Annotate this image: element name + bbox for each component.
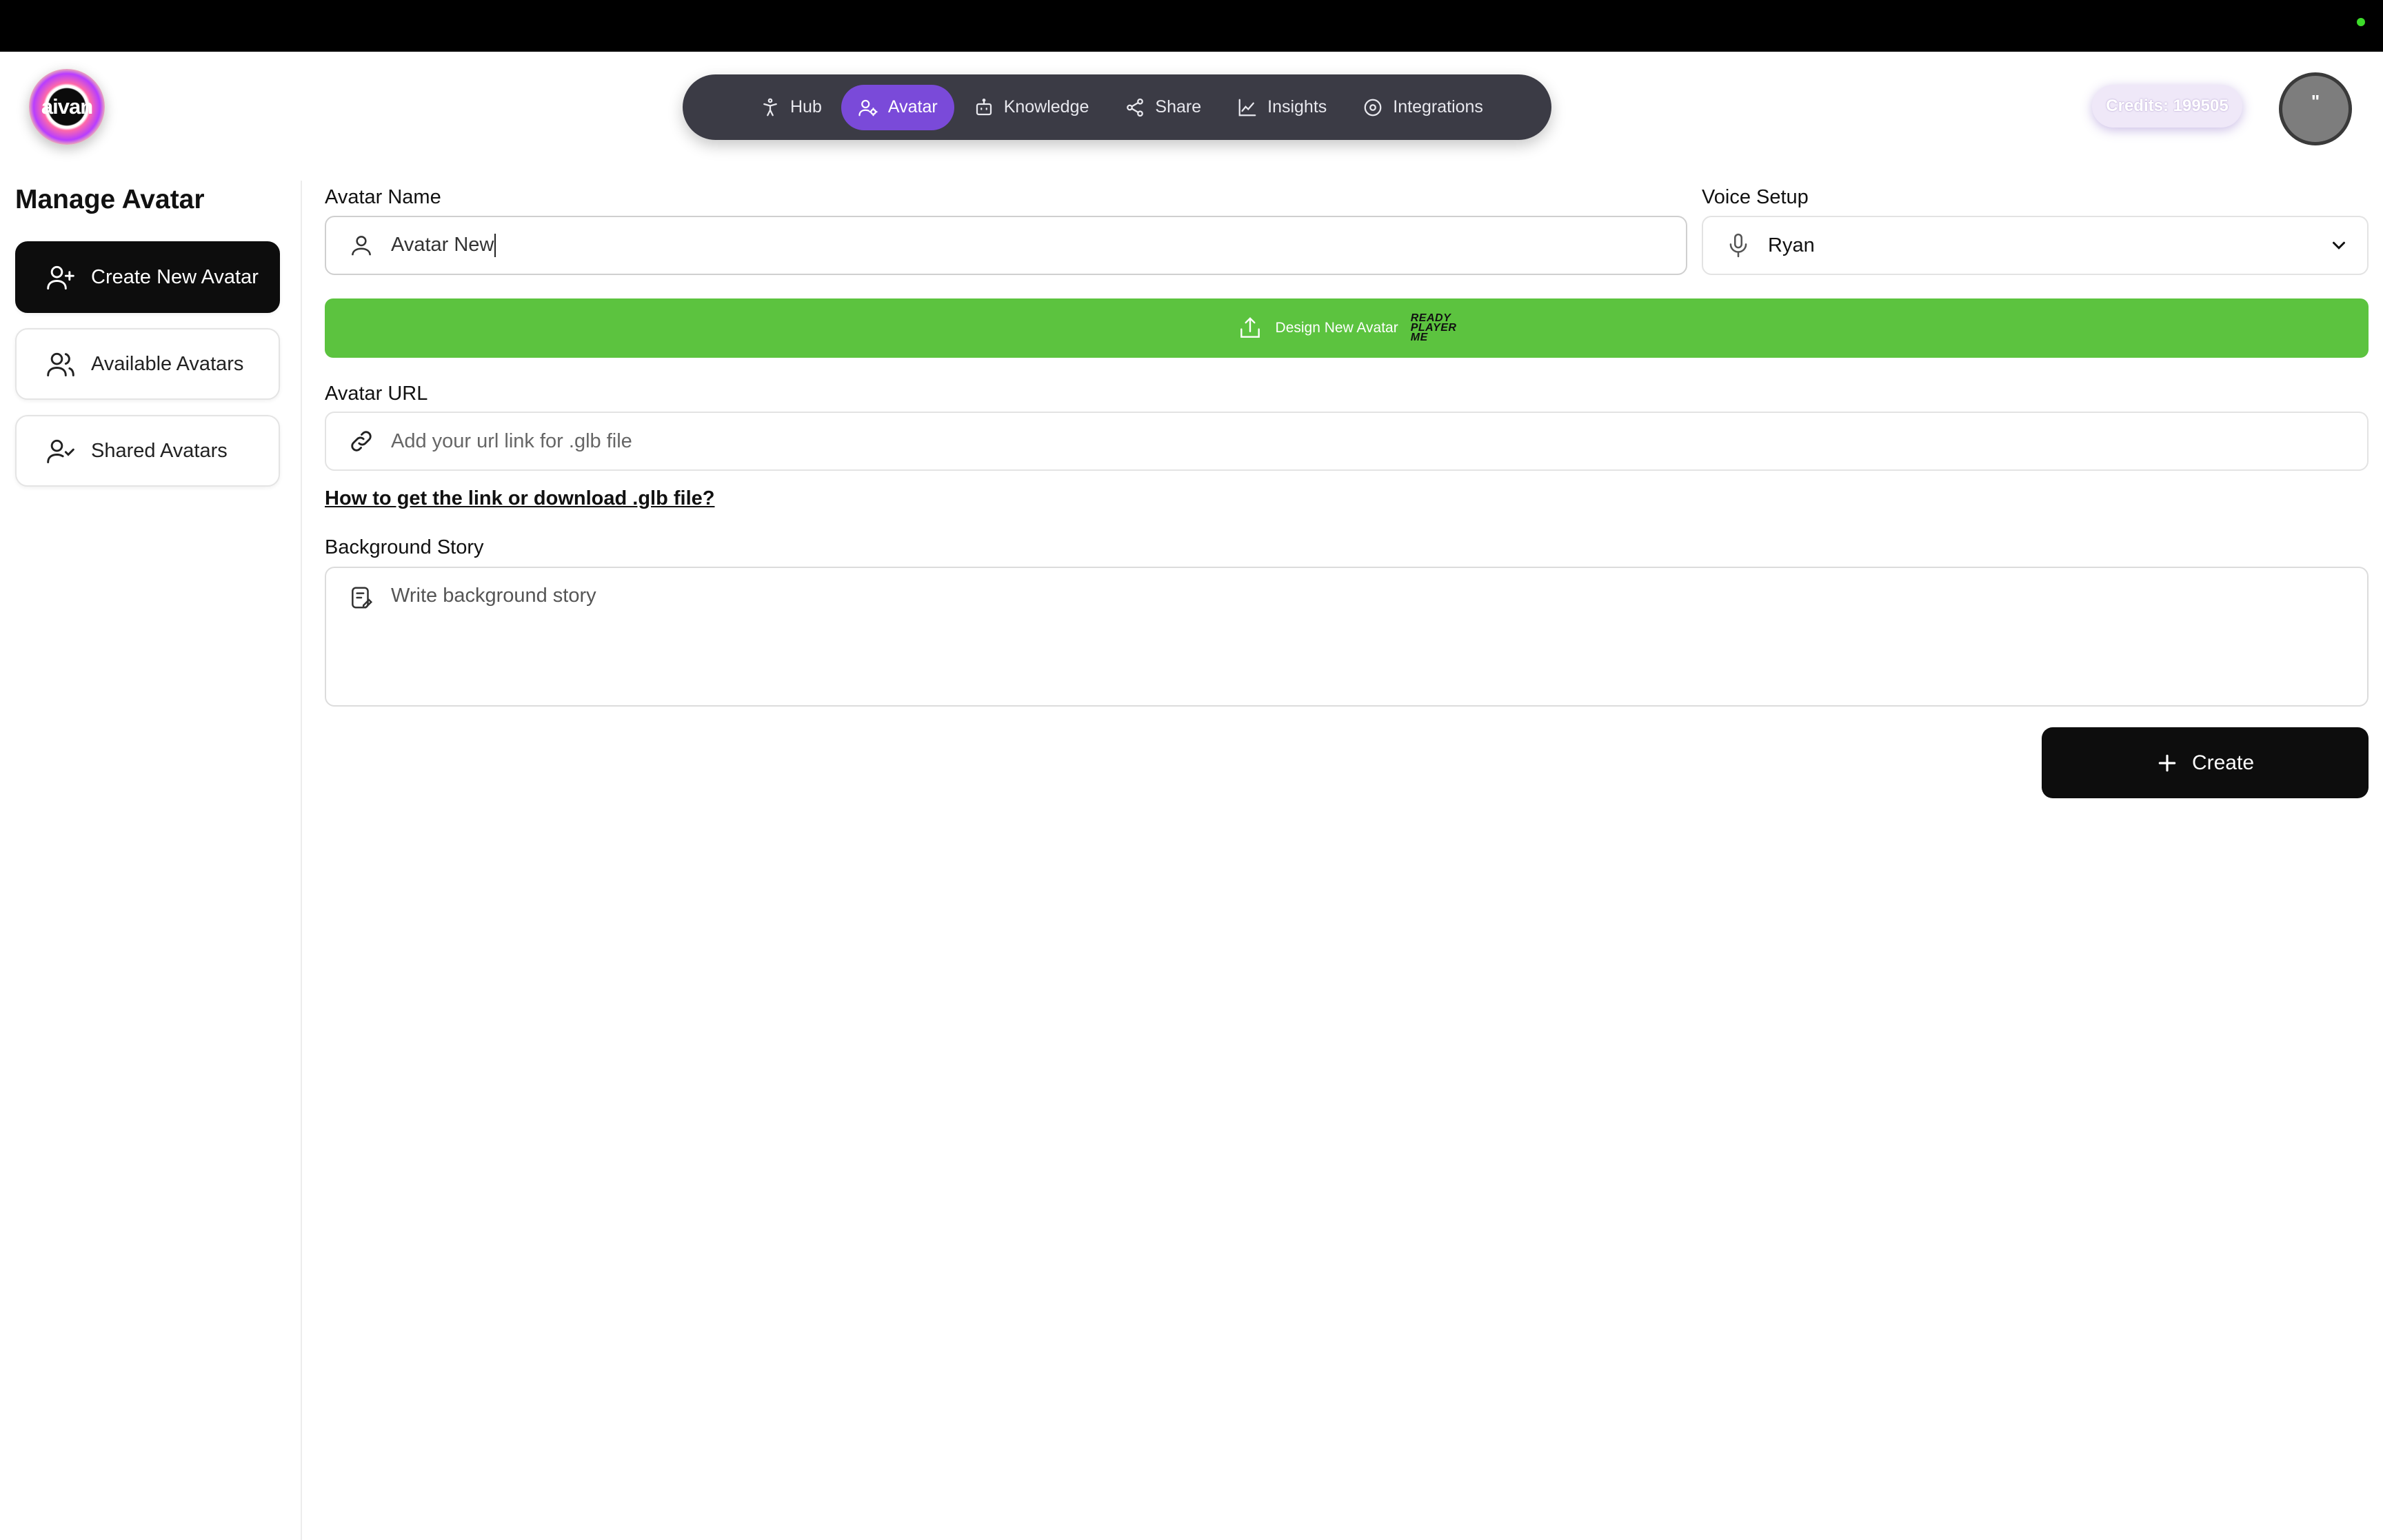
user-check-icon — [47, 439, 74, 463]
logo-text: aivan — [41, 94, 93, 119]
text-caret — [494, 234, 496, 258]
design-new-avatar-button[interactable]: Design New Avatar READY PLAYER ME — [325, 298, 2369, 358]
nav-label: Knowledge — [1003, 97, 1089, 116]
nav-item-share[interactable]: Share — [1108, 85, 1218, 130]
sidebar-item-shared-avatars[interactable]: Shared Avatars — [15, 415, 280, 487]
background-story-label: Background Story — [325, 536, 484, 558]
user-icon — [352, 236, 371, 256]
nav-label: Share — [1155, 97, 1202, 116]
plus-icon — [2158, 754, 2176, 771]
avatar-name-label: Avatar Name — [325, 186, 441, 208]
avatar-url-input[interactable]: Add your url link for .glb file — [325, 412, 2369, 471]
app-header: aivan Hub Avatar Knowledge Share Insight… — [0, 52, 2383, 162]
ready-player-me-logo: READY PLAYER ME — [1410, 313, 1457, 343]
main-nav: Hub Avatar Knowledge Share Insights Inte… — [683, 74, 1551, 140]
sidebar-item-label: Shared Avatars — [91, 439, 228, 462]
chart-line-icon — [1238, 99, 1256, 116]
sidebar-item-label: Create New Avatar — [91, 265, 259, 288]
microphone-icon — [1729, 233, 1747, 258]
user-gear-icon — [858, 99, 878, 116]
share-icon — [1127, 98, 1144, 116]
nav-label: Avatar — [887, 97, 938, 116]
voice-value: Ryan — [1768, 234, 1815, 256]
page-title: Manage Avatar — [15, 185, 205, 214]
avatar-name-value: Avatar New — [391, 233, 494, 256]
chevron-down-icon — [2333, 241, 2345, 250]
background-story-placeholder: Write background story — [391, 585, 596, 607]
voice-setup-label: Voice Setup — [1702, 186, 1809, 208]
nav-item-hub[interactable]: Hub — [743, 85, 838, 130]
glb-help-link[interactable]: How to get the link or download .glb fil… — [325, 487, 714, 510]
nav-label: Hub — [790, 97, 822, 116]
status-dot — [2357, 18, 2365, 26]
users-icon — [47, 352, 74, 376]
nav-label: Insights — [1267, 97, 1327, 116]
background-story-textarea[interactable]: Write background story — [325, 567, 2369, 707]
nav-label: Integrations — [1393, 97, 1483, 116]
voice-select[interactable]: Ryan — [1702, 216, 2369, 275]
brand-line: ME — [1410, 332, 1428, 343]
avatar-name-input[interactable]: Avatar New — [325, 216, 1687, 275]
sidebar-item-create-new-avatar[interactable]: Create New Avatar — [15, 241, 280, 313]
nav-item-integrations[interactable]: Integrations — [1346, 85, 1500, 130]
person-stretch-icon — [763, 98, 777, 116]
nav-item-avatar[interactable]: Avatar — [841, 84, 954, 130]
credits-badge[interactable]: Credits: 199505 — [2092, 85, 2242, 128]
sidebar-item-label: Available Avatars — [91, 352, 244, 375]
avatar-url-placeholder: Add your url link for .glb file — [391, 429, 632, 452]
note-edit-icon — [352, 587, 373, 609]
nav-item-insights[interactable]: Insights — [1220, 85, 1343, 130]
create-button-label: Create — [2191, 751, 2255, 774]
avatar[interactable]: " — [2279, 72, 2352, 145]
nav-item-knowledge[interactable]: Knowledge — [957, 85, 1106, 130]
app-logo[interactable]: aivan — [29, 69, 105, 145]
sidebar-item-available-avatars[interactable]: Available Avatars — [15, 328, 280, 400]
user-plus-icon — [47, 265, 74, 290]
sidebar: Manage Avatar Create New Avatar Availabl… — [0, 181, 302, 1540]
link-icon — [351, 431, 372, 452]
create-button[interactable]: Create — [2042, 727, 2369, 798]
upload-icon — [1240, 317, 1260, 338]
system-top-bar — [0, 0, 2383, 52]
robot-icon — [976, 98, 992, 115]
gear-icon — [1364, 99, 1382, 116]
design-button-label: Design New Avatar — [1275, 320, 1398, 336]
avatar-url-label: Avatar URL — [325, 383, 428, 405]
